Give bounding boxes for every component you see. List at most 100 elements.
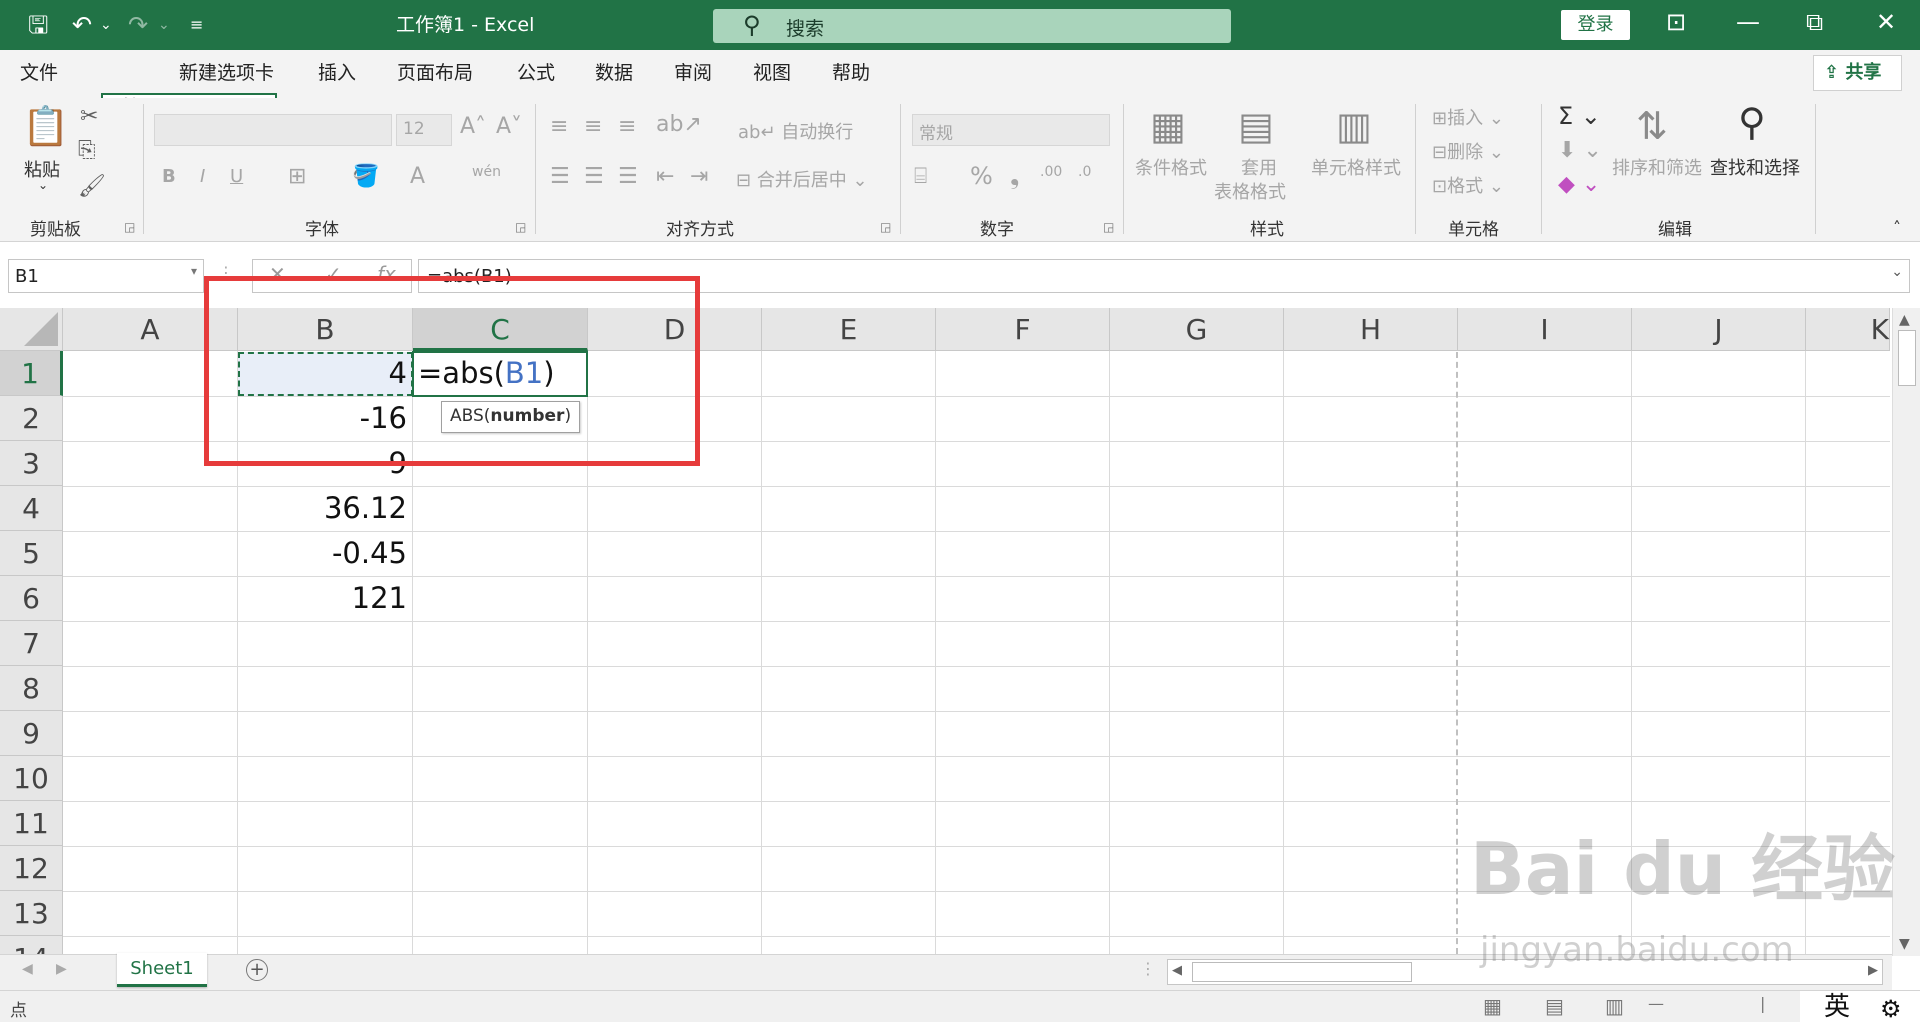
column-header-e[interactable]: E bbox=[762, 308, 936, 351]
clear-icon[interactable]: ◆ ⌄ bbox=[1558, 172, 1600, 197]
zoom-slider-icon[interactable]: | bbox=[1760, 994, 1765, 1013]
normal-view-icon[interactable]: ▦ bbox=[1483, 994, 1502, 1018]
row-header-4[interactable]: 4 bbox=[0, 486, 63, 531]
number-format-select[interactable]: 常规 bbox=[912, 114, 1110, 146]
scroll-down-icon[interactable]: ▼ bbox=[1899, 936, 1910, 952]
vertical-scroll-thumb[interactable] bbox=[1898, 330, 1916, 386]
page-break-view-icon[interactable]: ▥ bbox=[1605, 994, 1624, 1018]
increase-indent-icon[interactable]: ⇥ bbox=[690, 164, 708, 189]
table-format-label-1[interactable]: 套用 bbox=[1241, 154, 1277, 180]
column-header-g[interactable]: G bbox=[1110, 308, 1284, 351]
font-launcher-icon[interactable]: ◲ bbox=[515, 220, 526, 234]
restore-icon[interactable]: ⧉ bbox=[1806, 8, 1823, 36]
delete-cells-button[interactable]: ⊟删除 ⌄ bbox=[1432, 138, 1504, 164]
redo-icon[interactable]: ↷ bbox=[128, 10, 148, 40]
borders-icon[interactable]: ⊞ bbox=[288, 164, 306, 189]
close-icon[interactable]: ✕ bbox=[1876, 8, 1896, 36]
login-button[interactable]: 登录 bbox=[1561, 10, 1630, 40]
table-format-label-2[interactable]: 表格格式 bbox=[1214, 178, 1286, 204]
format-painter-icon[interactable]: 🖌 bbox=[78, 174, 106, 199]
format-cells-button[interactable]: ⊡格式 ⌄ bbox=[1432, 172, 1504, 198]
sort-filter-label[interactable]: 排序和筛选 bbox=[1612, 154, 1702, 180]
comma-style-icon[interactable]: ❟ bbox=[1010, 162, 1019, 190]
cell-b6[interactable]: 121 bbox=[238, 576, 413, 621]
decrease-decimal-icon[interactable]: .0 bbox=[1078, 164, 1091, 180]
next-sheet-icon[interactable]: ▶ bbox=[56, 961, 67, 977]
save-icon[interactable]: 🖫 bbox=[28, 10, 48, 40]
cut-icon[interactable]: ✂ bbox=[80, 104, 98, 129]
share-button[interactable]: ⇪ 共享 bbox=[1813, 55, 1902, 91]
increase-decimal-icon[interactable]: .00 bbox=[1040, 164, 1062, 180]
undo-dropdown-icon[interactable]: ⌄ bbox=[100, 10, 112, 40]
percent-icon[interactable]: % bbox=[970, 162, 993, 190]
wrap-text-button[interactable]: ab↵ 自动换行 bbox=[738, 118, 853, 144]
page-layout-view-icon[interactable]: ▤ bbox=[1545, 994, 1564, 1018]
row-header-12[interactable]: 12 bbox=[0, 846, 63, 891]
align-bottom-icon[interactable]: ≡ bbox=[618, 114, 636, 139]
sheet-tab-sheet1[interactable]: Sheet1 bbox=[117, 953, 207, 987]
grow-font-icon[interactable]: A˄ bbox=[460, 114, 486, 139]
tab-help[interactable]: 帮助 bbox=[832, 60, 870, 86]
select-all-button[interactable] bbox=[0, 308, 63, 351]
number-launcher-icon[interactable]: ◲ bbox=[1103, 220, 1114, 234]
row-header-9[interactable]: 9 bbox=[0, 711, 63, 756]
column-header-h[interactable]: H bbox=[1284, 308, 1458, 351]
tab-data[interactable]: 数据 bbox=[595, 60, 633, 86]
row-header-3[interactable]: 3 bbox=[0, 441, 63, 486]
horizontal-scroll-thumb[interactable] bbox=[1192, 962, 1412, 982]
tab-new-tab[interactable]: 新建选项卡 bbox=[179, 60, 274, 86]
clipboard-launcher-icon[interactable]: ◲ bbox=[124, 220, 135, 234]
font-color-icon[interactable]: A bbox=[410, 164, 425, 189]
fill-icon[interactable]: ⬇ ⌄ bbox=[1558, 138, 1602, 163]
row-header-6[interactable]: 6 bbox=[0, 576, 63, 621]
prev-sheet-icon[interactable]: ◀ bbox=[22, 961, 33, 977]
column-header-i[interactable]: I bbox=[1458, 308, 1632, 351]
row-header-5[interactable]: 5 bbox=[0, 531, 63, 576]
customize-qat-icon[interactable]: ≡ bbox=[190, 10, 203, 40]
redo-dropdown-icon[interactable]: ⌄ bbox=[158, 10, 170, 40]
paste-dropdown-icon[interactable]: ⌄ bbox=[38, 178, 48, 192]
tab-insert[interactable]: 插入 bbox=[318, 60, 356, 86]
column-header-f[interactable]: F bbox=[936, 308, 1110, 351]
cell-styles-icon[interactable]: ▥ bbox=[1336, 104, 1372, 148]
tab-review[interactable]: 审阅 bbox=[674, 60, 712, 86]
name-box[interactable]: B1 ▾ bbox=[8, 259, 204, 293]
table-format-icon[interactable]: ▤ bbox=[1238, 104, 1274, 148]
scroll-right-icon[interactable]: ▶ bbox=[1868, 963, 1878, 978]
paste-icon[interactable]: 📋 bbox=[22, 104, 69, 149]
cell-styles-label[interactable]: 单元格样式 bbox=[1311, 154, 1401, 180]
row-header-14[interactable]: 14 bbox=[0, 936, 63, 954]
name-box-dropdown-icon[interactable]: ▾ bbox=[191, 264, 197, 278]
font-name-select[interactable] bbox=[154, 114, 392, 146]
phonetic-icon[interactable]: wén bbox=[472, 164, 501, 180]
search-box[interactable]: ⚲ 搜索 bbox=[713, 9, 1231, 43]
row-header-2[interactable]: 2 bbox=[0, 396, 63, 441]
insert-cells-button[interactable]: ⊞插入 ⌄ bbox=[1432, 104, 1504, 130]
ime-indicator[interactable]: 英 ⚙ bbox=[1800, 991, 1920, 1023]
expand-formula-icon[interactable]: ⌄ bbox=[1891, 264, 1903, 280]
decrease-indent-icon[interactable]: ⇤ bbox=[656, 164, 674, 189]
autosum-icon[interactable]: Σ ⌄ bbox=[1558, 102, 1601, 130]
row-header-7[interactable]: 7 bbox=[0, 621, 63, 666]
collapse-ribbon-icon[interactable]: ˄ bbox=[1893, 218, 1901, 237]
find-select-label[interactable]: 查找和选择 bbox=[1710, 154, 1800, 180]
bold-icon[interactable]: B bbox=[162, 166, 176, 187]
row-header-1[interactable]: 1 bbox=[0, 351, 63, 396]
add-sheet-icon[interactable]: + bbox=[246, 959, 268, 981]
row-header-10[interactable]: 10 bbox=[0, 756, 63, 801]
fill-color-icon[interactable]: 🪣 bbox=[352, 164, 379, 189]
settings-gear-icon[interactable]: ⚙ bbox=[1880, 993, 1902, 1025]
undo-icon[interactable]: ↶ bbox=[72, 10, 92, 40]
cell-b4[interactable]: 36.12 bbox=[238, 486, 413, 531]
align-right-icon[interactable]: ☰ bbox=[618, 164, 638, 189]
sort-filter-icon[interactable]: ⇅ bbox=[1636, 104, 1668, 148]
cell-b5[interactable]: -0.45 bbox=[238, 531, 413, 576]
column-header-j[interactable]: J bbox=[1632, 308, 1806, 351]
italic-icon[interactable]: I bbox=[200, 166, 205, 187]
tab-file[interactable]: 文件 bbox=[20, 60, 58, 86]
vertical-scrollbar[interactable]: ▲ ▼ bbox=[1892, 308, 1920, 956]
row-header-13[interactable]: 13 bbox=[0, 891, 63, 936]
align-left-icon[interactable]: ☰ bbox=[550, 164, 570, 189]
shrink-font-icon[interactable]: A˅ bbox=[496, 114, 522, 139]
align-middle-icon[interactable]: ≡ bbox=[584, 114, 602, 139]
